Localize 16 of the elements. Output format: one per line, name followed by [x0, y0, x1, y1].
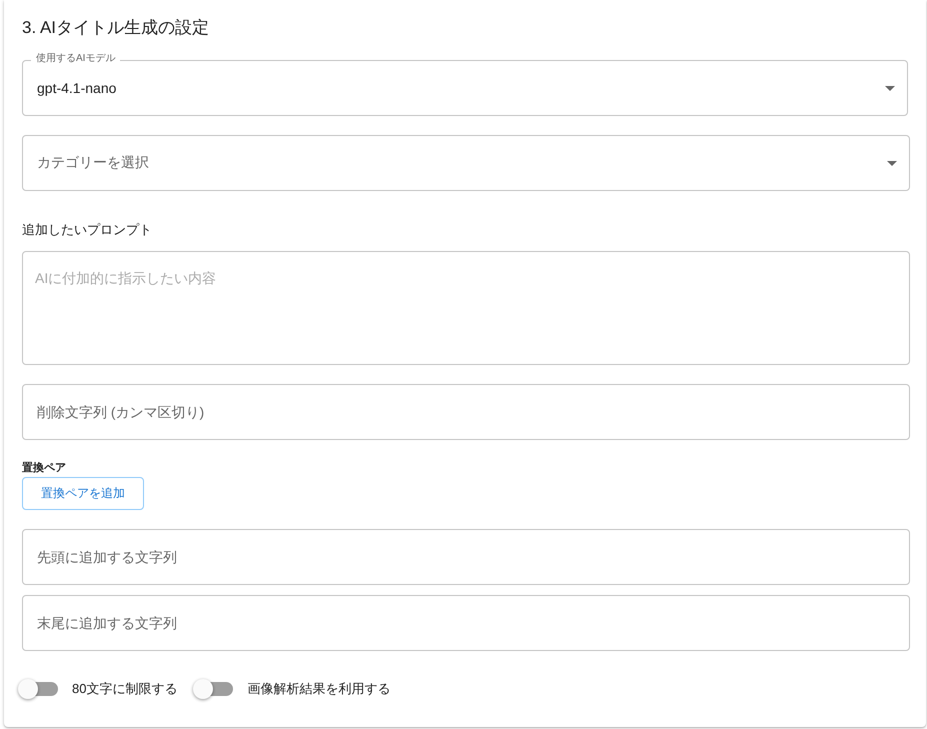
add-replace-pair-button[interactable]: 置換ペアを追加: [22, 477, 144, 510]
section-title: 3. AIタイトル生成の設定: [22, 17, 210, 39]
dropdown-caret-icon: [887, 160, 897, 166]
remove-text-field[interactable]: 削除文字列 (カンマ区切り): [22, 384, 910, 440]
prompt-label: 追加したいプロンプト: [22, 221, 153, 239]
prompt-textarea[interactable]: AIに付加的に指示したい内容: [22, 251, 910, 365]
prefix-text-field[interactable]: 先頭に追加する文字列: [22, 529, 910, 585]
suffix-text-field[interactable]: 末尾に追加する文字列: [22, 595, 910, 651]
toggle-label: 画像解析結果を利用する: [247, 680, 390, 698]
dropdown-caret-icon: [885, 86, 895, 90]
toggle-switch[interactable]: [193, 679, 236, 699]
category-select[interactable]: カテゴリーを選択: [22, 135, 910, 191]
toggle-switch[interactable]: [18, 679, 60, 699]
replace-pairs-label: 置換ペア: [22, 460, 67, 475]
field-label: 使用するAIモデル: [31, 52, 120, 66]
toggle-label: 80文字に制限する: [72, 680, 178, 698]
